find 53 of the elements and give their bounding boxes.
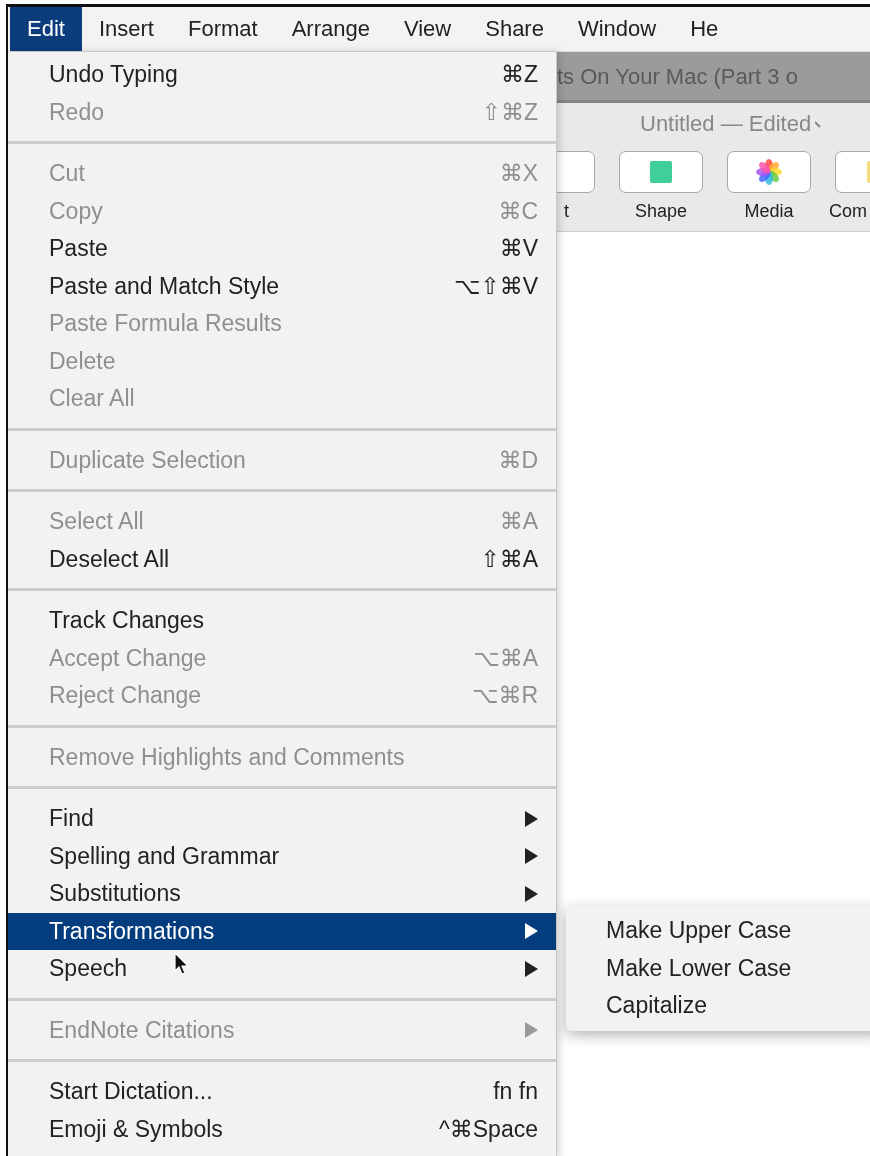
shortcut: ⇧⌘A bbox=[480, 545, 538, 573]
menu-bar-item[interactable]: View bbox=[386, 7, 469, 51]
submenu-item[interactable]: Make Upper Case bbox=[566, 912, 870, 950]
menu-bar-item[interactable]: Arrange bbox=[274, 7, 387, 51]
toolbar-label: Com bbox=[829, 201, 867, 222]
submenu-arrow-icon bbox=[525, 960, 538, 977]
submenu-item[interactable]: Capitalize bbox=[566, 987, 870, 1025]
shortcut: ⌘A bbox=[499, 508, 538, 536]
menu-item[interactable]: Undo Typing ⌘Z bbox=[8, 56, 556, 94]
menu-item[interactable]: Transformations bbox=[8, 912, 556, 950]
flower-icon bbox=[756, 159, 782, 185]
menu-item[interactable]: Paste and Match Style ⌥⇧⌘V bbox=[8, 267, 556, 305]
shortcut: ⌥⇧⌘V bbox=[453, 272, 538, 300]
menu-item[interactable]: Spelling and Grammar bbox=[8, 837, 556, 875]
shortcut: ⌘C bbox=[498, 197, 538, 225]
shortcut: ⌘V bbox=[499, 235, 538, 263]
shortcut: fn fn bbox=[493, 1078, 538, 1106]
pointer-cursor-icon bbox=[174, 952, 190, 976]
toolbar-button[interactable] bbox=[619, 151, 703, 193]
submenu-arrow-icon bbox=[525, 810, 538, 827]
menu-bar-item[interactable]: He bbox=[673, 7, 736, 51]
toolbar-label: t bbox=[564, 201, 569, 222]
menu-bar-item[interactable]: Share bbox=[468, 7, 561, 51]
document-title: Untitled — Edited bbox=[640, 111, 812, 137]
submenu-arrow-icon bbox=[525, 1022, 538, 1039]
shortcut: ⇧⌘Z bbox=[481, 98, 538, 126]
shortcut: ⌘D bbox=[498, 446, 538, 474]
menu-item[interactable]: Substitutions bbox=[8, 875, 556, 913]
menu-bar-item[interactable]: Insert bbox=[81, 7, 171, 51]
menu-item[interactable]: Paste ⌘V bbox=[8, 230, 556, 268]
submenu-item[interactable]: Make Lower Case bbox=[566, 949, 870, 987]
menu-item[interactable]: Find bbox=[8, 800, 556, 838]
shortcut: ⌘X bbox=[499, 160, 538, 188]
menu-bar-item[interactable]: Window bbox=[560, 7, 674, 51]
shortcut: ^⌘Space bbox=[439, 1115, 538, 1143]
square-icon bbox=[650, 161, 672, 183]
menu-item[interactable]: Speech bbox=[8, 950, 556, 988]
menu-bar-item[interactable]: Edit bbox=[10, 7, 82, 51]
toolbar-label: Shape bbox=[634, 201, 688, 222]
submenu-arrow-icon bbox=[525, 885, 538, 902]
menu-item[interactable]: Start Dictation... fn fn bbox=[8, 1073, 556, 1111]
menu-item[interactable]: Deselect All ⇧⌘A bbox=[8, 540, 556, 578]
toolbar-label: Media bbox=[744, 201, 794, 222]
submenu-arrow-icon bbox=[525, 923, 538, 940]
submenu-arrow-icon bbox=[525, 848, 538, 865]
toolbar-button[interactable] bbox=[727, 151, 811, 193]
shortcut: ⌥⌘A bbox=[473, 644, 538, 672]
shortcut: ⌥⌘R bbox=[471, 682, 538, 710]
menu-item[interactable]: Emoji & Symbols ^⌘Space bbox=[8, 1110, 556, 1148]
shortcut: ⌘Z bbox=[500, 61, 538, 89]
menu-bar-item[interactable]: Format bbox=[170, 7, 275, 51]
window-title: ts On Your Mac (Part 3 o bbox=[557, 64, 798, 90]
menu-item[interactable]: Track Changes bbox=[8, 602, 556, 640]
